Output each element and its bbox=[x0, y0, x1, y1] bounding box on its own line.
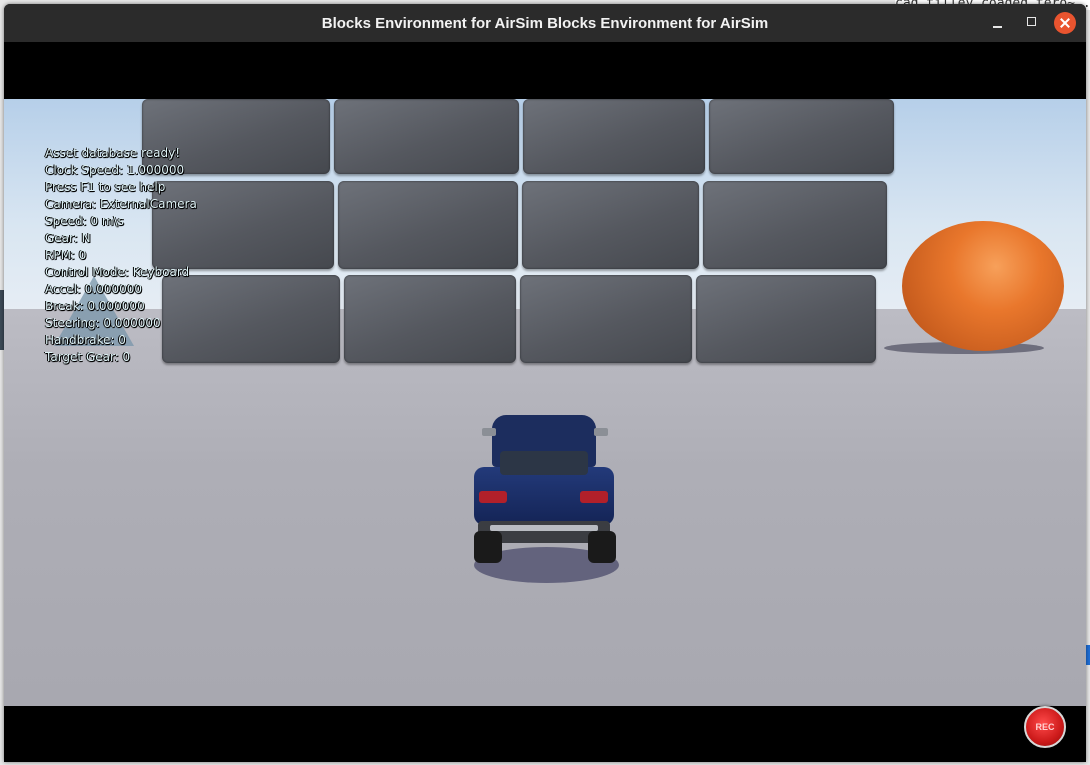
hud-line: Asset database ready! bbox=[45, 146, 180, 160]
simulation-viewport[interactable]: Asset database ready! Clock Speed: 1.000… bbox=[4, 99, 1086, 706]
title-bar[interactable]: Blocks Environment for AirSim Blocks Env… bbox=[4, 4, 1086, 42]
vehicle-car bbox=[470, 415, 617, 563]
hud-line: Accel: 0.000000 bbox=[45, 282, 143, 296]
orange-sphere bbox=[902, 221, 1064, 351]
car-taillight-left bbox=[479, 491, 507, 503]
car-taillight-right bbox=[580, 491, 608, 503]
block-wall bbox=[137, 99, 897, 364]
hud-line: Break: 0.000000 bbox=[45, 299, 145, 313]
hud-line: Clock Speed: 1.000000 bbox=[45, 163, 185, 177]
hud-line: Control Mode: Keyboard bbox=[45, 265, 190, 279]
wall-block bbox=[696, 275, 876, 363]
hud-line: Camera: ExternalCamera bbox=[45, 197, 197, 211]
hud-line: Steering: 0.000000 bbox=[45, 316, 161, 330]
wall-block bbox=[344, 275, 516, 363]
record-button[interactable]: REC bbox=[1024, 706, 1066, 748]
hud-line: Gear: N bbox=[45, 231, 91, 245]
wall-block bbox=[703, 181, 887, 269]
hud-line: Handbrake: 0 bbox=[45, 333, 126, 347]
minimize-button[interactable] bbox=[987, 12, 1009, 34]
maximize-button[interactable] bbox=[1021, 12, 1043, 34]
wall-block bbox=[334, 99, 519, 174]
hud-overlay: Asset database ready! Clock Speed: 1.000… bbox=[45, 145, 197, 366]
close-button[interactable] bbox=[1054, 12, 1076, 34]
wall-block bbox=[338, 181, 518, 269]
car-mirror-right bbox=[594, 428, 608, 436]
hud-line: Target Gear: 0 bbox=[45, 350, 131, 364]
hud-line: RPM: 0 bbox=[45, 248, 87, 262]
hud-line: Press F1 to see help bbox=[45, 180, 166, 194]
wall-block bbox=[709, 99, 894, 174]
wall-block bbox=[523, 99, 705, 174]
wall-block bbox=[522, 181, 699, 269]
car-wheel-left bbox=[474, 531, 502, 563]
car-mirror-left bbox=[482, 428, 496, 436]
hud-line: Speed: 0 m\s bbox=[45, 214, 124, 228]
wall-block bbox=[520, 275, 692, 363]
car-bumper-bar bbox=[490, 525, 598, 531]
window-title: Blocks Environment for AirSim Blocks Env… bbox=[321, 15, 769, 32]
car-rear-window bbox=[500, 451, 588, 475]
car-wheel-right bbox=[588, 531, 616, 563]
airsim-window: Blocks Environment for AirSim Blocks Env… bbox=[4, 4, 1086, 762]
